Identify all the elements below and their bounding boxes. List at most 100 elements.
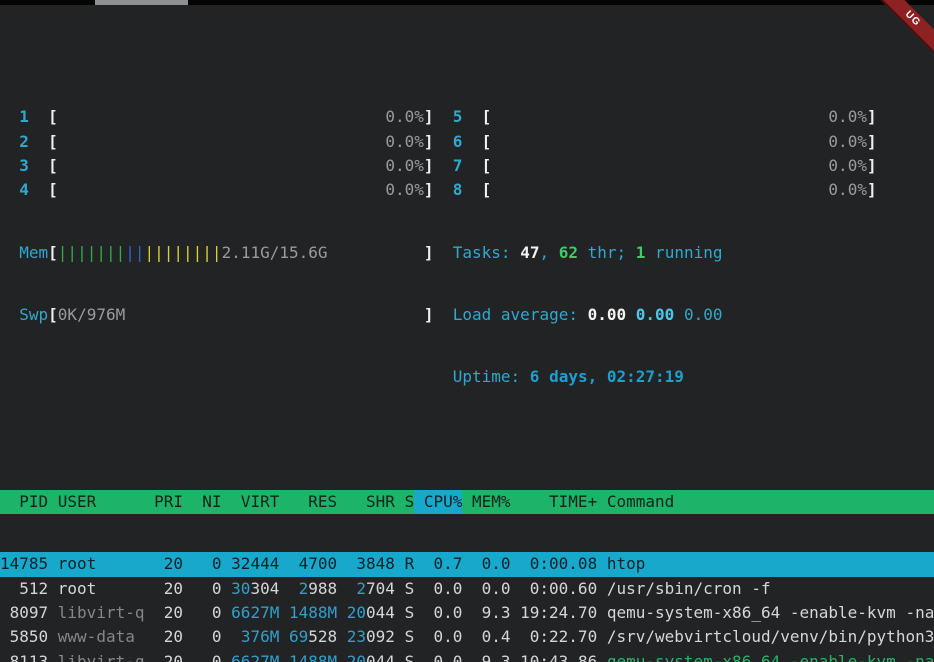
uptime-stat: 6 days, 02:27:19 (530, 365, 684, 389)
mem-value-high: 2 (299, 579, 309, 598)
swap-meter-value: 0K/976M (58, 305, 125, 324)
meter-close-bracket: ] (867, 178, 877, 202)
column-header-ni[interactable]: NI (183, 490, 222, 514)
meter-open-bracket: [ (482, 130, 492, 154)
column-header-res[interactable]: RES (279, 490, 337, 514)
process-row[interactable]: 5850www-data200376M6952823092S0.00.40:22… (0, 625, 934, 649)
cpu-meter-value: 0.0% (828, 105, 867, 129)
time-cell: 0:00.60 (511, 577, 598, 601)
column-header-s[interactable]: S (395, 490, 414, 514)
mem-value-high: 1488M (289, 652, 337, 662)
mem-value-low: 988 (308, 579, 337, 598)
command-cell: qemu-system-x86_64 -enable-kvm -na (597, 601, 934, 625)
nice-cell: 0 (183, 577, 222, 601)
time-cell: 0:00.08 (511, 552, 598, 576)
memory-row: Mem[|||||||||||||||||2.11G/15.6G]Tasks: … (0, 241, 934, 265)
load-average-stat: 0.00 (684, 303, 723, 327)
indent (0, 303, 19, 327)
column-header-pid[interactable]: PID (0, 490, 48, 514)
htop-terminal: 1[0.0%]5[0.0%]2[0.0%]6[0.0%]3[0.0%]7[0.0… (0, 5, 934, 662)
cpu-meter-bar (58, 154, 386, 178)
res-cell: 2988 (279, 577, 337, 601)
cpu-meter-bar (491, 130, 828, 154)
cpu-meter-bar (491, 178, 828, 202)
state-cell: S (395, 601, 414, 625)
state-cell: S (395, 577, 414, 601)
meter-open-bracket: [ (48, 154, 58, 178)
mem-value-low: 444 (250, 554, 279, 573)
process-row[interactable]: 8113libvirt-q2006627M1488M20044S0.09.310… (0, 650, 934, 662)
meter-open-bracket: [ (482, 105, 492, 129)
state-cell: S (395, 625, 414, 649)
process-row[interactable]: 8097libvirt-q2006627M1488M20044S0.09.319… (0, 601, 934, 625)
shr-cell: 2704 (337, 577, 395, 601)
cpu-meter-bar (491, 105, 828, 129)
cpu-meter-value: 0.0% (385, 178, 424, 202)
gap (462, 130, 481, 154)
mem-value-high: 2 (356, 579, 366, 598)
meter-close-bracket: ] (867, 105, 877, 129)
mem-percent-cell: 9.3 (462, 650, 510, 662)
state-cell: S (395, 650, 414, 662)
meter-open-bracket: [ (482, 154, 492, 178)
terminal-screen: 1[0.0%]5[0.0%]2[0.0%]6[0.0%]3[0.0%]7[0.0… (0, 0, 934, 662)
cpu-meter-bar (491, 154, 828, 178)
command-cell: /srv/webvirtcloud/venv/bin/python3 (597, 625, 934, 649)
res-cell: 4700 (279, 552, 337, 576)
cpu-meter-id: 8 (453, 178, 463, 202)
load-average-stat: 0.00 (588, 303, 636, 327)
cpu-meter-value: 0.0% (385, 154, 424, 178)
shr-cell: 23092 (337, 625, 395, 649)
cpu-meter-bar (58, 130, 386, 154)
cpu-meter-value: 0.0% (385, 105, 424, 129)
table-header-row: PIDUSERPRINIVIRTRESSHRSCPU%MEM%TIME+Comm… (0, 490, 934, 514)
gap (462, 154, 481, 178)
swap-meter-bar: 0K/976M (58, 303, 424, 327)
mem-bars-used: ||||||| (58, 243, 125, 262)
uptime-row: Uptime: 6 days, 02:27:19 (0, 365, 934, 389)
user-cell: root (48, 577, 144, 601)
cpu-percent-cell: 0.0 (414, 577, 462, 601)
column-header-time[interactable]: TIME+ (511, 490, 598, 514)
column-header-mem[interactable]: MEM% (462, 490, 510, 514)
column-header-shr[interactable]: SHR (337, 490, 395, 514)
nice-cell: 0 (183, 552, 222, 576)
meter-open-bracket: [ (48, 241, 58, 265)
mem-value-low: 044 (366, 652, 395, 662)
meter-close-bracket: ] (424, 241, 434, 265)
time-cell: 19:24.70 (511, 601, 598, 625)
meter-close-bracket: ] (424, 178, 434, 202)
mem-value-high: 1488M (289, 603, 337, 622)
meter-close-bracket: ] (424, 154, 434, 178)
mem-value-low: 044 (366, 603, 395, 622)
mem-value-high: 20 (347, 652, 366, 662)
cpu-meter-row: 3[0.0%]7[0.0%] (0, 154, 934, 178)
process-row[interactable]: 14785root2003244447003848R0.70.00:00.08h… (0, 552, 934, 576)
uptime-stat: Uptime: (453, 365, 530, 389)
meter-open-bracket: [ (48, 303, 58, 327)
mem-meter-bar: |||||||||||||||||2.11G/15.6G (58, 241, 424, 265)
indent (0, 154, 19, 178)
column-header-user[interactable]: USER (48, 490, 144, 514)
column-header-command[interactable]: Command (597, 490, 934, 514)
tasks-stat: 47 (520, 241, 539, 265)
pid-cell: 8113 (0, 650, 48, 662)
cpu-meter-id: 2 (19, 130, 29, 154)
column-header-pri[interactable]: PRI (144, 490, 183, 514)
gap (433, 178, 452, 202)
tasks-stat: running (645, 241, 722, 265)
cpu-meter-id: 4 (19, 178, 29, 202)
mem-value-high: 30 (231, 579, 250, 598)
time-cell: 10:43.86 (511, 650, 598, 662)
swap-row: Swp[0K/976M]Load average: 0.00 0.00 0.00 (0, 303, 934, 327)
column-header-virt[interactable]: VIRT (222, 490, 280, 514)
mem-percent-cell: 9.3 (462, 601, 510, 625)
mem-value-low: 092 (366, 627, 395, 646)
mem-value-high: 3 (356, 554, 366, 573)
cpu-meter-id: 7 (453, 154, 463, 178)
cpu-percent-cell: 0.0 (414, 625, 462, 649)
shr-cell: 20044 (337, 601, 395, 625)
column-header-cpu[interactable]: CPU% (414, 490, 462, 514)
virt-cell: 6627M (222, 601, 280, 625)
process-row[interactable]: 512root2003030429882704S0.00.00:00.60/us… (0, 577, 934, 601)
